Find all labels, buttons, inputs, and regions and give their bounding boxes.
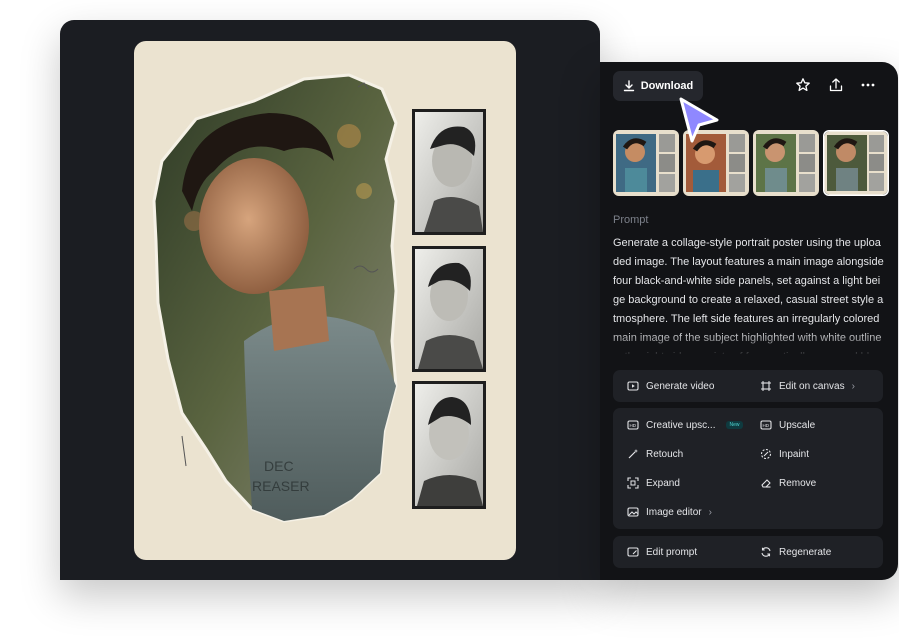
- svg-text:DEC: DEC: [264, 458, 294, 474]
- action-group-edit: HD Creative upsc... New HD Upscale Retou…: [613, 408, 883, 529]
- eraser-icon: [761, 479, 771, 488]
- prompt-heading: Prompt: [613, 214, 649, 226]
- retouch-button[interactable]: Retouch: [627, 448, 683, 460]
- upscale-icon: HD: [760, 420, 772, 430]
- variant-thumbnails: [613, 130, 889, 196]
- side-panel: Download Prompt Generate a collage-style…: [600, 62, 898, 580]
- chevron-right-icon: ›: [851, 380, 855, 392]
- creative-upscale-icon: HD: [627, 420, 639, 430]
- generate-video-label: Generate video: [646, 380, 715, 392]
- thumbnail-image: [613, 130, 679, 196]
- upscale-label: Upscale: [779, 419, 816, 431]
- thumbnail-variant-3[interactable]: [753, 130, 819, 196]
- image-editor-icon: [627, 507, 639, 517]
- inpaint-button[interactable]: Inpaint: [760, 448, 809, 460]
- svg-text:HD: HD: [763, 423, 770, 428]
- upscale-button[interactable]: HD Upscale: [760, 419, 815, 431]
- poster-artwork: DEC REASER: [152, 73, 486, 523]
- chevron-right-icon: ›: [708, 506, 712, 518]
- action-group-video: Generate video Edit on canvas ›: [613, 370, 883, 402]
- download-label: Download: [640, 80, 694, 92]
- regenerate-label: Regenerate: [779, 546, 832, 558]
- inpaint-label: Inpaint: [779, 448, 810, 460]
- image-editor-label: Image editor: [646, 506, 702, 518]
- cursor-pointer-icon: [679, 97, 719, 143]
- expand-label: Expand: [646, 477, 680, 489]
- expand-button[interactable]: Expand: [627, 477, 680, 489]
- more-icon[interactable]: [860, 77, 876, 93]
- share-icon[interactable]: [828, 77, 844, 93]
- retouch-label: Retouch: [646, 448, 684, 460]
- edit-on-canvas-button[interactable]: Edit on canvas ›: [760, 380, 855, 392]
- svg-text:REASER: REASER: [252, 478, 310, 494]
- generated-poster-image[interactable]: DEC REASER: [134, 41, 516, 560]
- edit-prompt-button[interactable]: Edit prompt: [627, 546, 697, 558]
- creative-upscale-button[interactable]: HD Creative upsc... New: [627, 419, 743, 431]
- image-editor-button[interactable]: Image editor ›: [627, 506, 712, 518]
- canvas-icon: [761, 381, 771, 391]
- video-icon: [627, 381, 639, 391]
- action-group-prompt: Edit prompt Regenerate: [613, 536, 883, 568]
- thumbnail-variant-1[interactable]: [613, 130, 679, 196]
- creative-upscale-label: Creative upsc...: [646, 419, 716, 431]
- inpaint-icon: [760, 448, 772, 460]
- regenerate-button[interactable]: Regenerate: [760, 546, 831, 558]
- image-viewer: DEC REASER: [60, 20, 600, 580]
- generate-video-button[interactable]: Generate video: [627, 380, 714, 392]
- thumbnail-image: [753, 130, 819, 196]
- edit-on-canvas-label: Edit on canvas: [779, 380, 845, 392]
- prompt-fade: [613, 330, 889, 358]
- thumbnail-variant-4[interactable]: [823, 130, 889, 196]
- remove-button[interactable]: Remove: [760, 477, 816, 489]
- thumbnail-image: [824, 131, 888, 195]
- edit-prompt-icon: [627, 547, 639, 557]
- magic-wand-icon: [628, 449, 638, 459]
- svg-text:HD: HD: [630, 423, 637, 428]
- new-badge: New: [726, 421, 743, 429]
- star-icon[interactable]: [795, 77, 811, 93]
- download-icon: [623, 80, 634, 92]
- refresh-icon: [761, 547, 771, 557]
- remove-label: Remove: [779, 477, 817, 489]
- edit-prompt-label: Edit prompt: [646, 546, 698, 558]
- expand-icon: [627, 477, 639, 489]
